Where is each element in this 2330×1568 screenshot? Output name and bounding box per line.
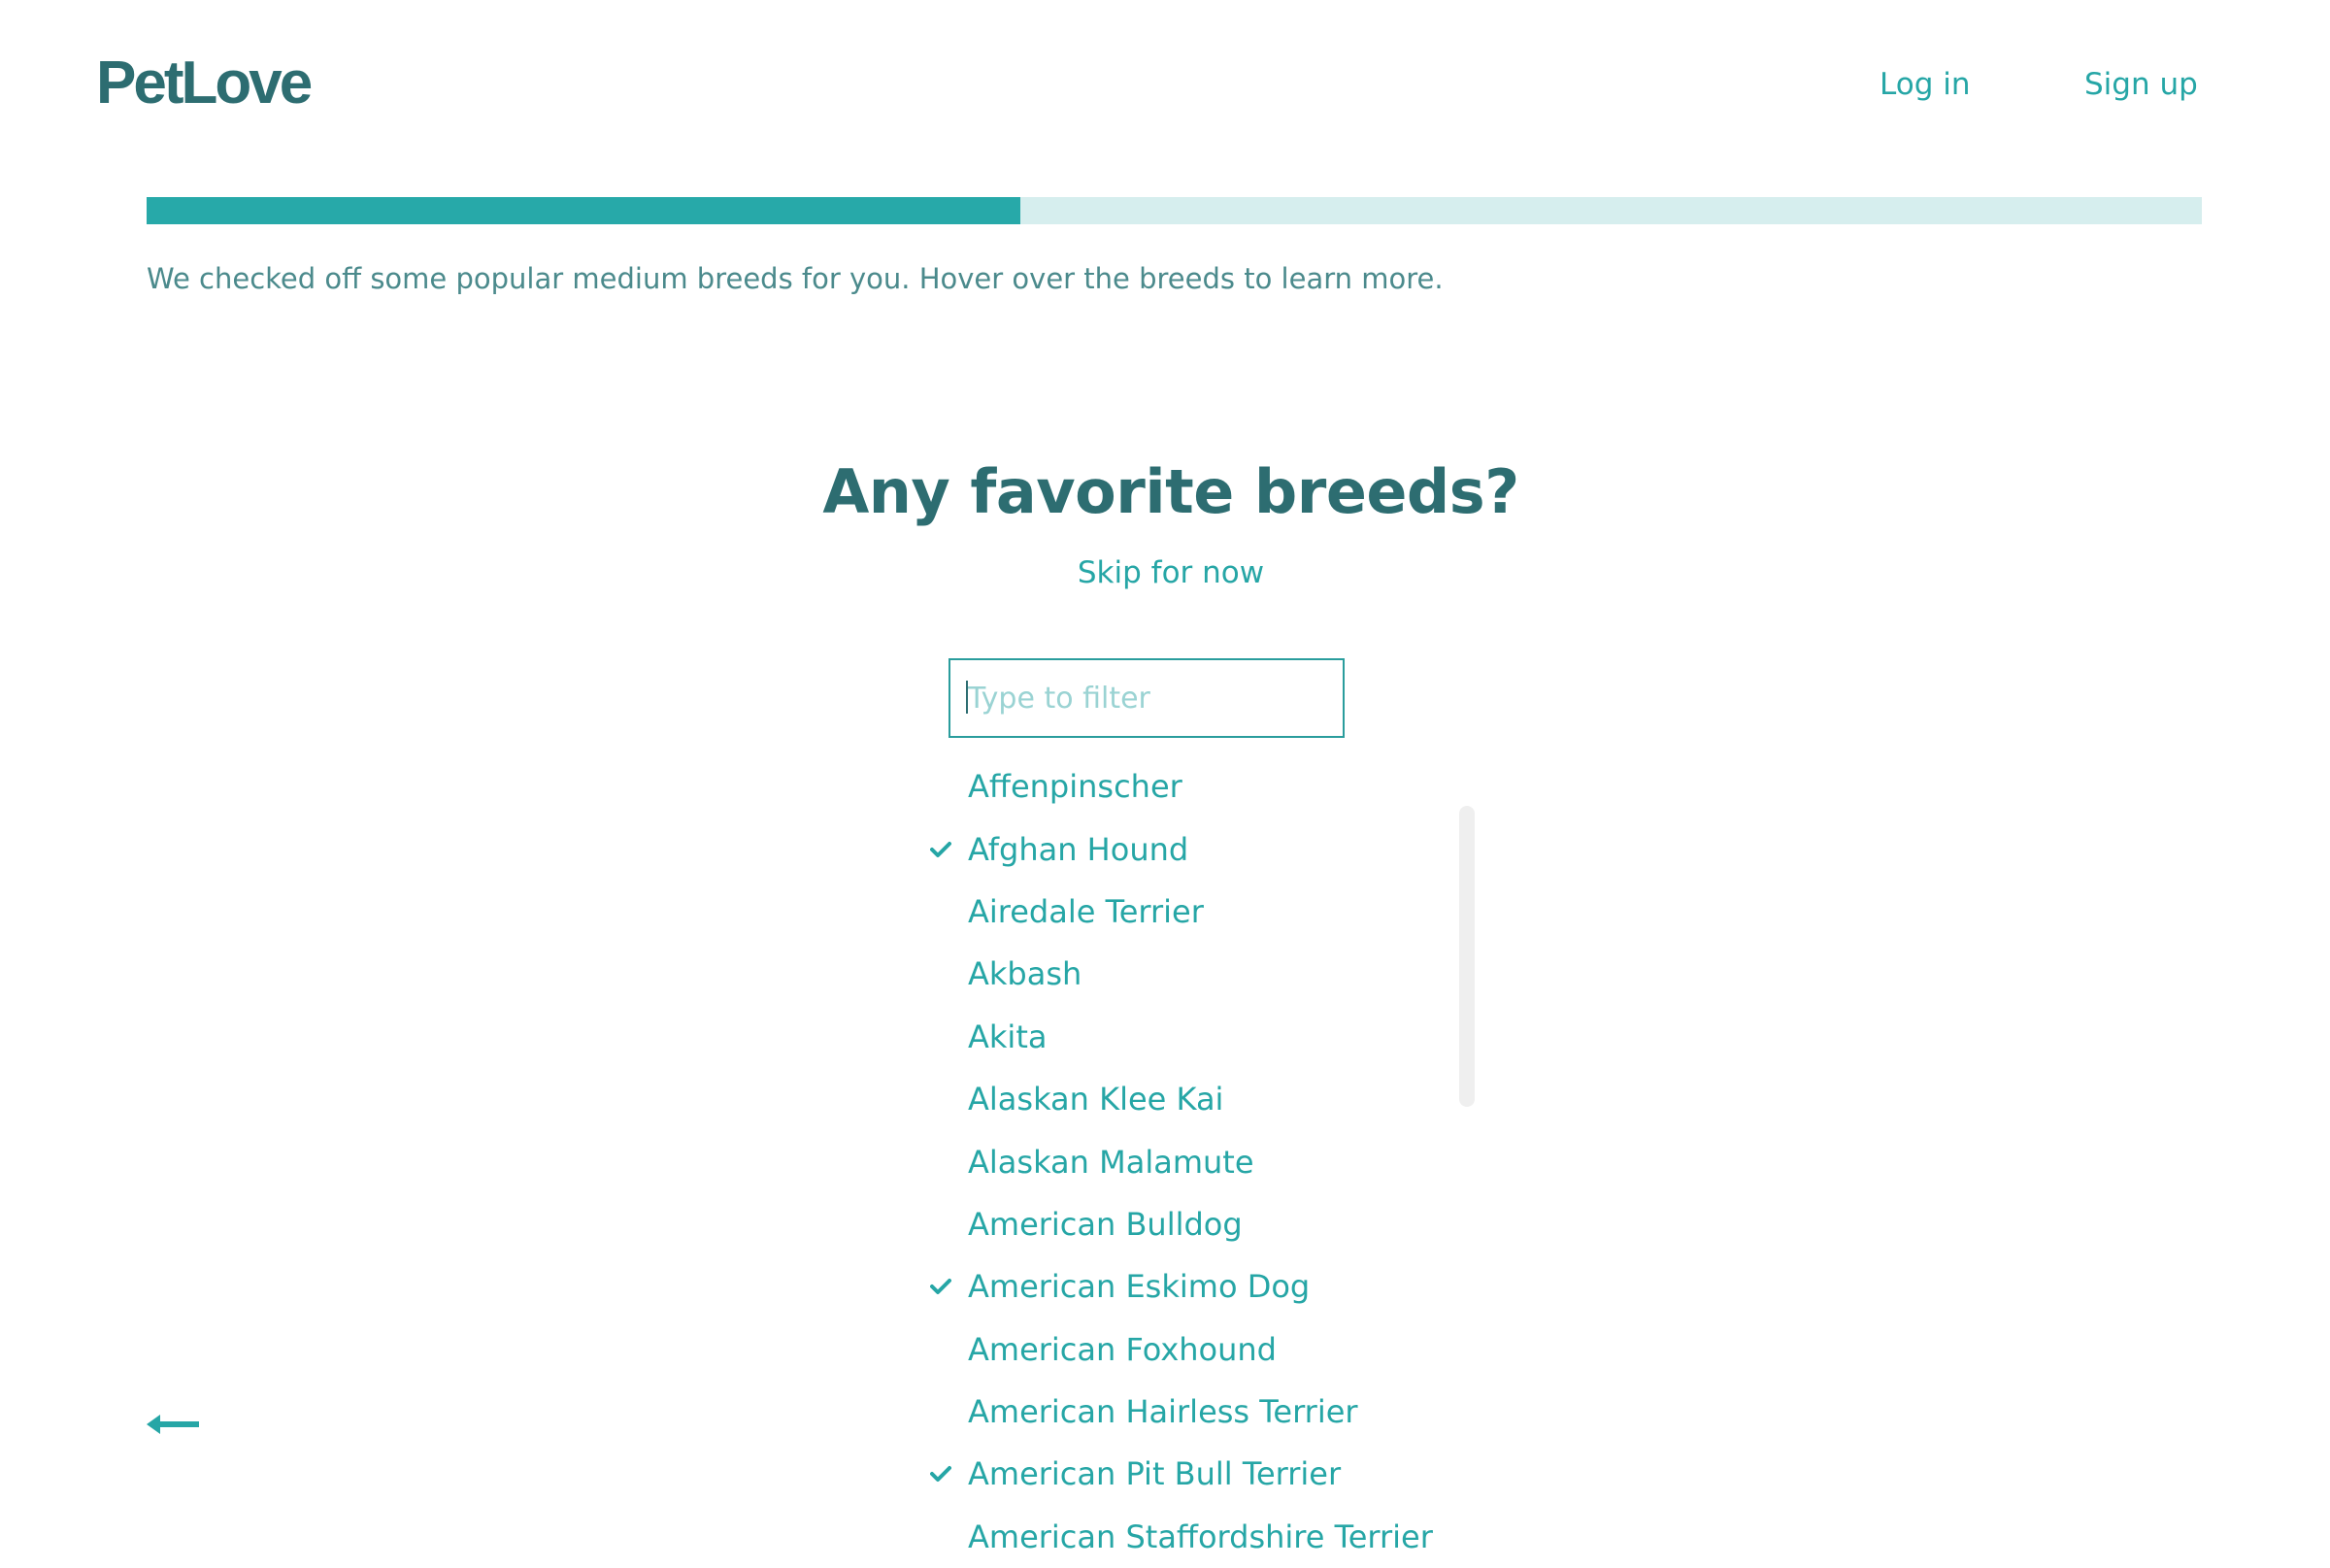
- skip-for-now-link[interactable]: Skip for now: [1078, 555, 1264, 590]
- breed-option-label: Akita: [968, 1018, 1048, 1055]
- breed-option[interactable]: Alaskan Malamute: [922, 1130, 1447, 1192]
- breed-option-label: Alaskan Klee Kai: [968, 1081, 1224, 1118]
- progress-bar: [147, 197, 2202, 224]
- breed-option[interactable]: American Foxhound: [922, 1318, 1447, 1381]
- check-slot: [922, 1278, 968, 1295]
- page-title: Any favorite breeds?: [822, 456, 1519, 527]
- logo[interactable]: PetLove: [96, 53, 313, 114]
- breed-option-label: Afghan Hound: [968, 830, 1189, 868]
- breed-option-label: American Hairless Terrier: [968, 1393, 1358, 1431]
- checkmark-icon: [930, 1466, 951, 1483]
- breed-option[interactable]: Akita: [922, 1006, 1447, 1068]
- checkmark-icon: [930, 1279, 951, 1295]
- breed-option[interactable]: Airedale Terrier: [922, 881, 1447, 943]
- breed-option[interactable]: Affenpinscher: [922, 755, 1447, 817]
- check-slot: [922, 841, 968, 858]
- breed-option[interactable]: American Bulldog: [922, 1193, 1447, 1255]
- text-caret: [966, 681, 968, 714]
- hint-text: We checked off some popular medium breed…: [147, 262, 1444, 295]
- breed-list: Affenpinscher Afghan Hound Airedale Terrie…: [922, 755, 1447, 1568]
- checkmark-icon: [930, 841, 951, 857]
- breed-option-label: American Foxhound: [968, 1330, 1277, 1368]
- breed-option-label: American Bulldog: [968, 1205, 1243, 1243]
- breed-option[interactable]: Afghan Hound: [922, 817, 1447, 880]
- breed-option-label: Akbash: [968, 955, 1082, 993]
- breed-option-label: American Staffordshire Terrier: [968, 1518, 1433, 1555]
- login-link[interactable]: Log in: [1880, 68, 1970, 101]
- breed-list-scrollbar[interactable]: [1459, 806, 1475, 1107]
- breed-option[interactable]: Alaskan Klee Kai: [922, 1068, 1447, 1130]
- back-arrow-icon: [147, 1415, 199, 1434]
- breed-option-label: Alaskan Malamute: [968, 1143, 1254, 1181]
- breed-option-label: Airedale Terrier: [968, 892, 1204, 930]
- breed-option[interactable]: American Eskimo Dog: [922, 1255, 1447, 1318]
- check-slot: [922, 1465, 968, 1483]
- breed-option-label: American Pit Bull Terrier: [968, 1455, 1342, 1493]
- breed-option-label: American Eskimo Dog: [968, 1268, 1311, 1306]
- skip-link-wrapper: Skip for now: [0, 555, 2330, 591]
- breed-option[interactable]: Akbash: [922, 943, 1447, 1005]
- back-button[interactable]: [147, 1412, 199, 1437]
- breed-option-label: Affenpinscher: [968, 768, 1182, 806]
- signup-link[interactable]: Sign up: [2084, 68, 2198, 101]
- breed-option[interactable]: American Pit Bull Terrier: [922, 1443, 1447, 1505]
- breed-option[interactable]: American Staffordshire Terrier: [922, 1506, 1447, 1568]
- breed-filter-input[interactable]: [949, 658, 1345, 738]
- breed-option[interactable]: American Hairless Terrier: [922, 1381, 1447, 1443]
- progress-bar-fill: [147, 197, 1020, 224]
